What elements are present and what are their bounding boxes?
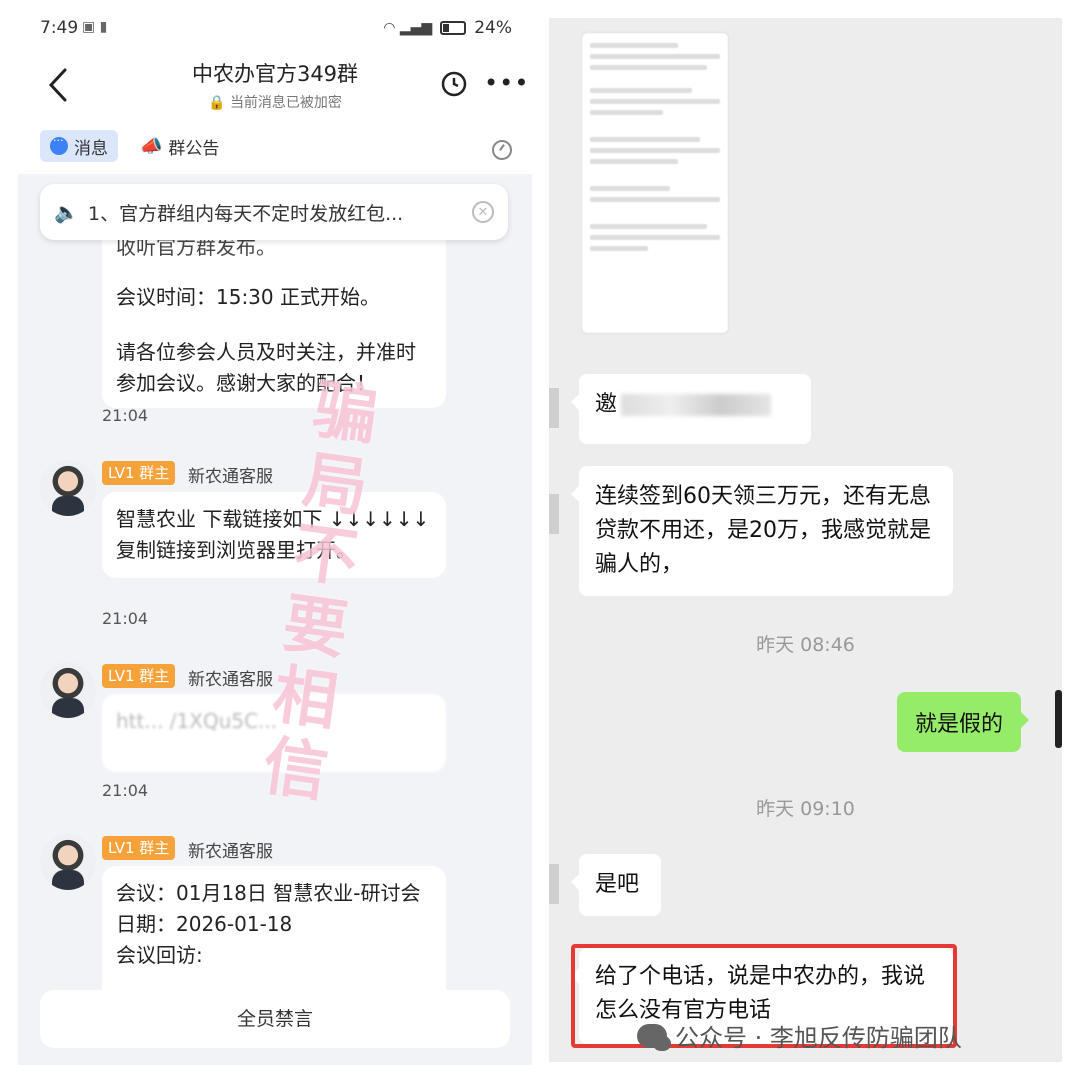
chat-header: 中农办官方349群 🔒 当前消息已被加密 ••• bbox=[18, 46, 532, 126]
chat-bubble-icon bbox=[50, 134, 68, 155]
wifi-icon: ◠ ▂▄▆ bbox=[383, 20, 433, 36]
more-options-icon[interactable]: ••• bbox=[484, 71, 529, 95]
avatar[interactable] bbox=[40, 460, 96, 516]
all-muted-bar: 全员禁言 bbox=[40, 990, 510, 1048]
pinned-announcement[interactable]: 🔈 1、官方群组内每天不定时发放红包... ✕ bbox=[40, 184, 508, 240]
avatar bbox=[1055, 690, 1062, 748]
message-time: 21:04 bbox=[102, 406, 149, 425]
message-bubble: 邀 bbox=[571, 374, 811, 444]
message-bubble: 是吧 bbox=[571, 854, 661, 916]
megaphone-icon: 📣 bbox=[140, 135, 163, 157]
wechat-icon bbox=[637, 1023, 671, 1051]
message-bubble: 会议：01月18日 智慧农业-研讨会 日期：2026-01-18 会议回访: bbox=[102, 866, 446, 1006]
role-badge: LV1 群主 bbox=[102, 836, 176, 860]
tab-group-notice[interactable]: 📣 群公告 bbox=[140, 130, 219, 162]
right-screenshot: 邀 连续签到60天领三万元，还有无息贷款不用还，是20万，我感觉就是骗人的， 昨… bbox=[549, 18, 1062, 1062]
battery-icon bbox=[440, 21, 467, 35]
message-time: 昨天 09:10 bbox=[756, 798, 855, 820]
speaker-icon: 🔈 bbox=[54, 200, 79, 224]
timer-icon[interactable] bbox=[492, 140, 512, 160]
left-screenshot: 7:49 ▣ ▮ ◠ ▂▄▆ 24% 中农办官方349群 🔒 当前消息已被加密 … bbox=[18, 10, 532, 1065]
message-time: 21:04 bbox=[102, 609, 149, 628]
message-time: 21:04 bbox=[102, 781, 149, 800]
role-badge: LV1 群主 bbox=[102, 664, 176, 688]
battery-level: 24% bbox=[474, 18, 512, 38]
history-clock-icon[interactable] bbox=[440, 70, 468, 98]
avatar[interactable] bbox=[40, 834, 96, 890]
avatar[interactable] bbox=[40, 662, 96, 718]
link-message-bubble[interactable]: htt... /1XQu5C... bbox=[102, 694, 446, 772]
sender-name: 新农通客服 bbox=[188, 842, 273, 862]
my-message-bubble: 就是假的 bbox=[897, 692, 1030, 752]
close-icon[interactable]: ✕ bbox=[472, 201, 494, 223]
chat-tabs: 消息 📣 群公告 bbox=[18, 126, 532, 174]
role-badge: LV1 群主 bbox=[102, 461, 176, 485]
sender-name: 新农通客服 bbox=[188, 467, 273, 487]
announcement-text: 1、官方群组内每天不定时发放红包... bbox=[88, 202, 404, 225]
status-bar: 7:49 ▣ ▮ ◠ ▂▄▆ 24% bbox=[18, 10, 532, 46]
sender-name: 新农通客服 bbox=[188, 670, 273, 690]
forwarded-screenshot-thumbnail[interactable] bbox=[581, 32, 729, 334]
source-watermark: 公众号 · 李旭反传防骗团队 bbox=[637, 1018, 962, 1053]
message-time: 昨天 08:46 bbox=[756, 634, 855, 656]
status-time: 7:49 bbox=[40, 18, 79, 38]
message-bubble: 智慧农业 下载链接如下 ↓↓↓↓↓↓ 复制链接到浏览器里打开。 bbox=[102, 492, 446, 578]
notification-icons: ▣ ▮ bbox=[82, 19, 108, 35]
redacted-text bbox=[621, 394, 772, 416]
message-bubble: 连续签到60天领三万元，还有无息贷款不用还，是20万，我感觉就是骗人的， bbox=[571, 466, 953, 596]
tab-messages[interactable]: 消息 bbox=[40, 130, 118, 162]
